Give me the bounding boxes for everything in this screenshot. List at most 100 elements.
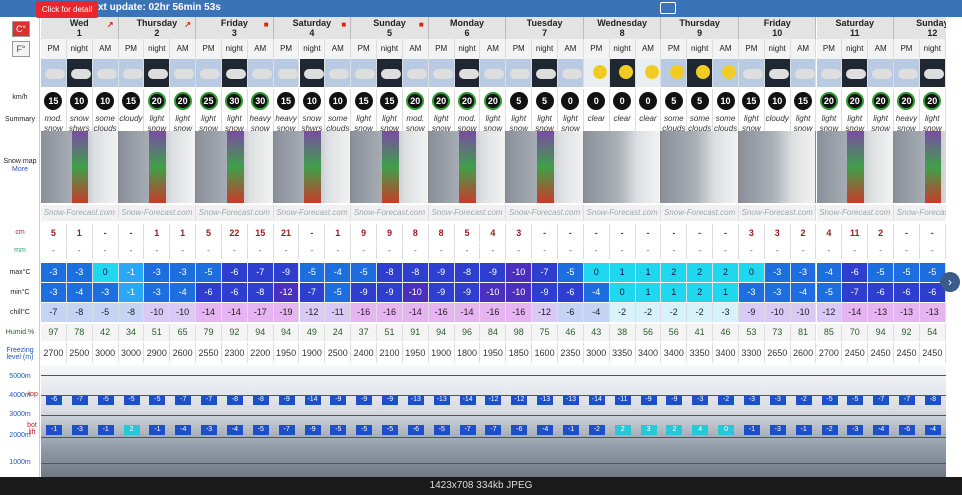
freezing-level: 3400	[713, 343, 739, 363]
snow-band	[847, 131, 864, 203]
snow-cm: 15	[248, 224, 274, 242]
snow-map-5[interactable]	[351, 131, 429, 203]
period-label[interactable]: PM	[196, 39, 222, 59]
bot-lift-temp: -7	[278, 425, 295, 435]
snow-map-10[interactable]	[738, 131, 817, 203]
print-icon[interactable]	[660, 2, 676, 14]
period-label[interactable]: night	[532, 39, 558, 59]
period-label[interactable]: night	[764, 39, 791, 59]
period-label[interactable]: night	[299, 39, 326, 59]
period-label[interactable]: night	[377, 39, 403, 59]
snowmap-more-link[interactable]: More	[1, 166, 39, 173]
snow-map-8[interactable]	[583, 131, 662, 203]
period-label[interactable]: AM	[558, 39, 584, 59]
snow-map-4[interactable]	[273, 131, 352, 203]
snow-map-9[interactable]	[661, 131, 739, 203]
next-arrow-icon[interactable]: ›	[940, 272, 960, 292]
period-label[interactable]: night	[687, 39, 714, 59]
period-label[interactable]: PM	[351, 39, 378, 59]
period-label[interactable]: PM	[506, 39, 533, 59]
weather-icon	[506, 59, 533, 87]
period-label[interactable]: PM	[273, 39, 300, 59]
max-temp: -4	[325, 263, 352, 282]
period-label[interactable]: PM	[738, 39, 765, 59]
period-label[interactable]: night	[221, 39, 248, 59]
bot-lift-temp: 2	[123, 425, 140, 435]
period-label[interactable]: PM	[428, 39, 455, 59]
rain-mm: -	[351, 243, 378, 259]
period-label[interactable]: AM	[402, 39, 429, 59]
period-label[interactable]: night	[66, 39, 93, 59]
snow-band	[226, 131, 244, 203]
sun-icon	[644, 65, 659, 79]
day-header-12[interactable]: Sunday 12	[894, 17, 946, 39]
period-label[interactable]: PM	[894, 39, 920, 59]
period-label[interactable]: AM	[170, 39, 197, 59]
image-info-footer: 1423x708 334kb JPEG	[0, 477, 962, 495]
period-label[interactable]: AM	[713, 39, 739, 59]
snow-map-11[interactable]	[816, 131, 895, 203]
day-header-8[interactable]: Wednesday 8	[583, 17, 662, 39]
lock-icon: ■	[341, 20, 347, 29]
max-temp: 0	[92, 263, 119, 282]
period-label[interactable]: AM	[247, 39, 274, 59]
expand-icon: ↗	[106, 20, 114, 29]
period-label[interactable]: night	[454, 39, 481, 59]
day-header-9[interactable]: Thursday 9	[661, 17, 739, 39]
day-header-3[interactable]: Friday 3 ■	[196, 17, 274, 39]
wind-speed: 0	[636, 89, 662, 113]
cloud-icon	[277, 69, 298, 79]
snow-map-6[interactable]	[428, 131, 507, 203]
max-temp: -5	[299, 263, 326, 282]
snow-cm: 1	[325, 224, 352, 242]
period-label[interactable]: AM	[325, 39, 352, 59]
day-header-4[interactable]: Saturday 4 ■	[273, 17, 352, 39]
day-header-2[interactable]: Thursday 2 ↗	[118, 17, 197, 39]
snow-map-1[interactable]	[41, 131, 119, 203]
max-temp: 2	[661, 263, 688, 282]
period-label[interactable]: AM	[635, 39, 662, 59]
period-label[interactable]: PM	[118, 39, 145, 59]
freezing-level: 1950	[274, 343, 300, 363]
period-label[interactable]: AM	[868, 39, 895, 59]
weather-icon	[247, 59, 274, 87]
chill-temp: -12	[299, 303, 326, 322]
cloud-icon	[200, 69, 221, 79]
chill-temp: -8	[118, 303, 145, 322]
snow-forecast-logo: Snow-Forecast.com	[118, 205, 197, 221]
day-header-1[interactable]: Wed 1 ↗	[41, 17, 119, 39]
snow-map-12[interactable]	[894, 131, 946, 203]
forecast-grid: Wed 1 ↗ Thursday 2 ↗ Friday 3 ■ Saturday 4 ■ Sunday 5…	[41, 17, 946, 477]
period-label[interactable]: night	[919, 39, 946, 59]
snow-band	[149, 131, 166, 203]
celsius-button[interactable]: C°	[12, 21, 30, 37]
wind-arrow-icon: 5	[535, 92, 554, 110]
min-temp: -9	[532, 283, 558, 302]
wind-speed: 20	[480, 89, 507, 113]
weather-icon	[609, 59, 636, 87]
day-header-7[interactable]: Tuesday 7	[506, 17, 584, 39]
period-label[interactable]: PM	[41, 39, 67, 59]
snow-map-7[interactable]	[506, 131, 584, 203]
day-header-6[interactable]: Monday 6	[428, 17, 507, 39]
day-header-5[interactable]: Sunday 5 ■	[351, 17, 429, 39]
day-header-10[interactable]: Friday 10	[738, 17, 817, 39]
period-label[interactable]: AM	[790, 39, 817, 59]
chill-temp: -8	[66, 303, 93, 322]
fahrenheit-button[interactable]: F°	[12, 41, 30, 57]
period-label[interactable]: AM	[92, 39, 119, 59]
wind-speed: 10	[93, 89, 119, 113]
period-label[interactable]: night	[609, 39, 636, 59]
period-label[interactable]: PM	[583, 39, 610, 59]
click-for-detail-button[interactable]: Click for detail	[36, 1, 98, 18]
snow-map-3[interactable]	[196, 131, 274, 203]
period-label[interactable]: AM	[480, 39, 507, 59]
day-header-11[interactable]: Saturday 11	[816, 17, 895, 39]
period-label[interactable]: PM	[661, 39, 688, 59]
period-label[interactable]: night	[144, 39, 171, 59]
min-temp: -4	[790, 283, 817, 302]
snow-map-2[interactable]	[118, 131, 197, 203]
period-label[interactable]: PM	[816, 39, 843, 59]
wind-speed: 5	[506, 89, 533, 113]
period-label[interactable]: night	[842, 39, 869, 59]
